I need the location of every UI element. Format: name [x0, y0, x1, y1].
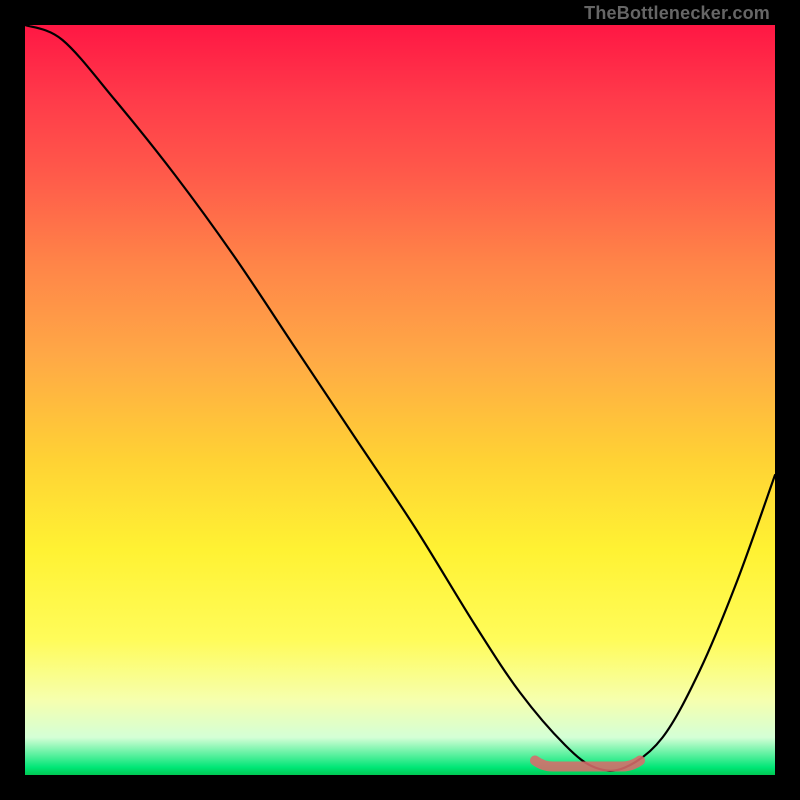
plot-area [25, 25, 775, 775]
curve-overlay [25, 25, 775, 775]
watermark-text: TheBottlenecker.com [584, 3, 770, 24]
chart-frame: TheBottlenecker.com [25, 25, 775, 775]
optimal-range-marker [535, 761, 640, 767]
bottleneck-curve-line [25, 25, 775, 771]
